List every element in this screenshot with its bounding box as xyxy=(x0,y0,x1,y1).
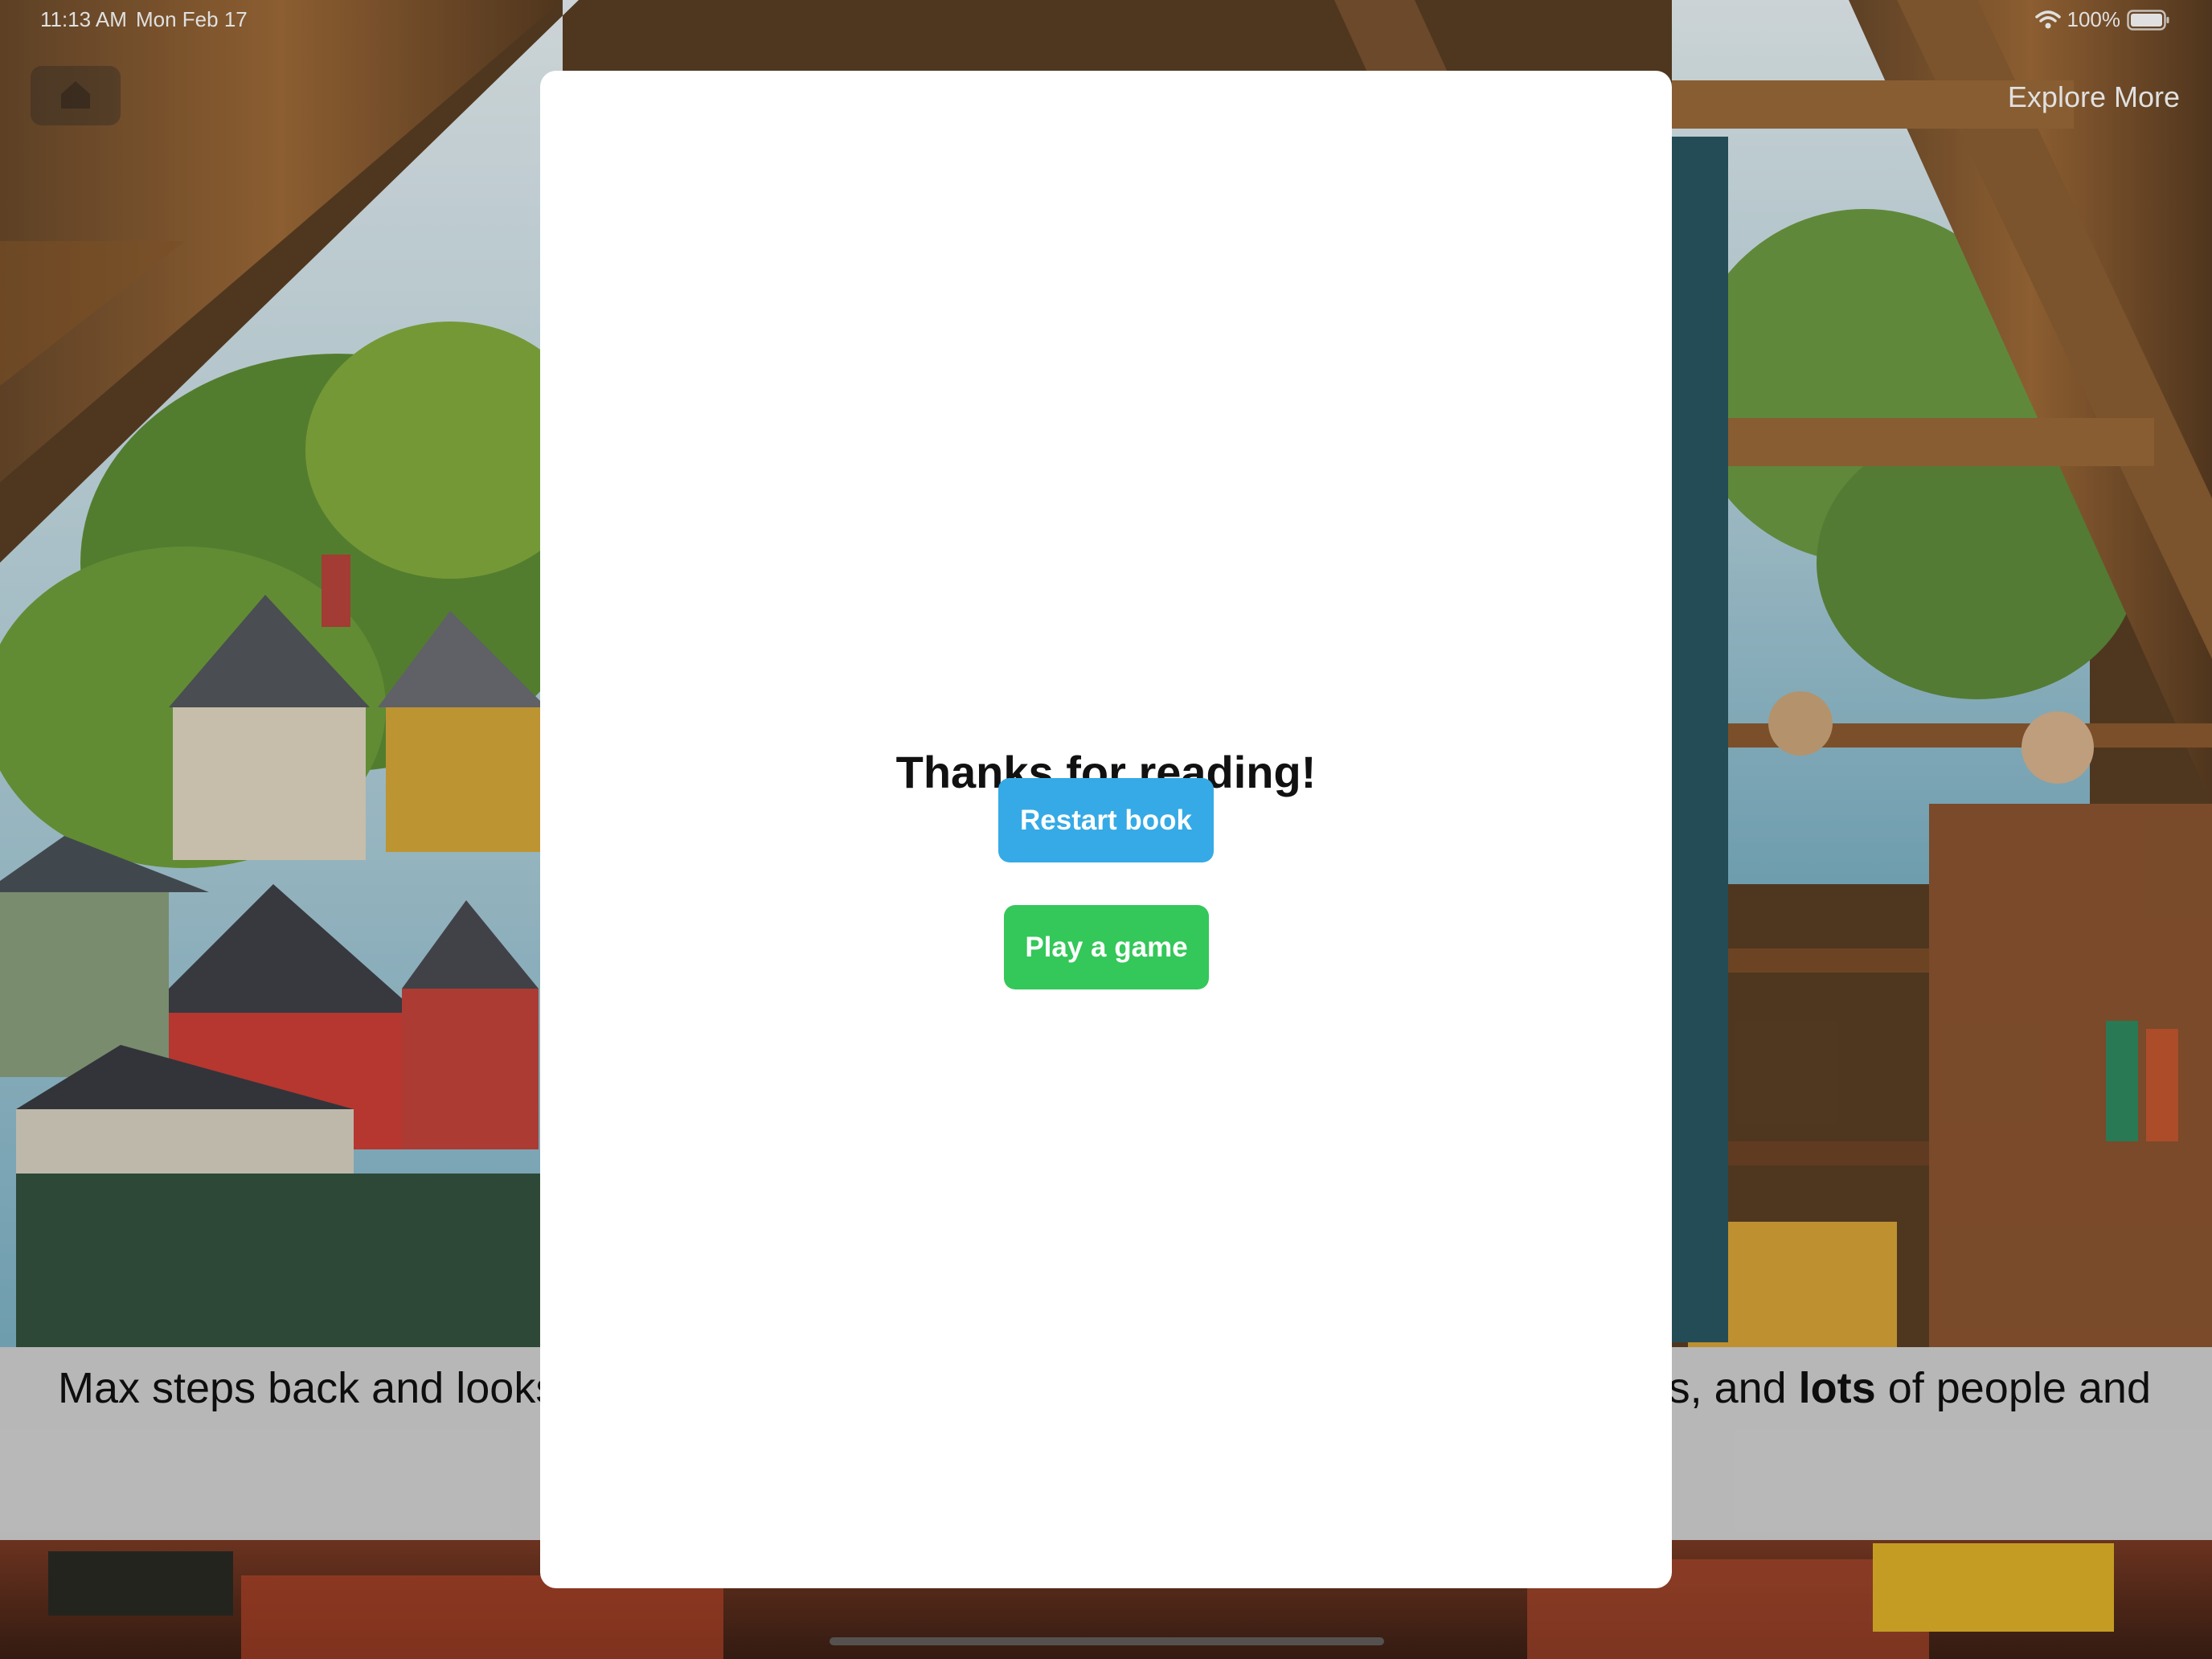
restart-book-button[interactable]: Restart book xyxy=(998,778,1214,862)
home-indicator[interactable] xyxy=(830,1637,1384,1645)
reader-screen: 11:13 AM Mon Feb 17 100% Explore More Ma… xyxy=(0,0,2212,1659)
play-game-button[interactable]: Play a game xyxy=(1004,905,1209,989)
end-of-book-modal: Thanks for reading! Restart book Play a … xyxy=(540,71,1672,1588)
